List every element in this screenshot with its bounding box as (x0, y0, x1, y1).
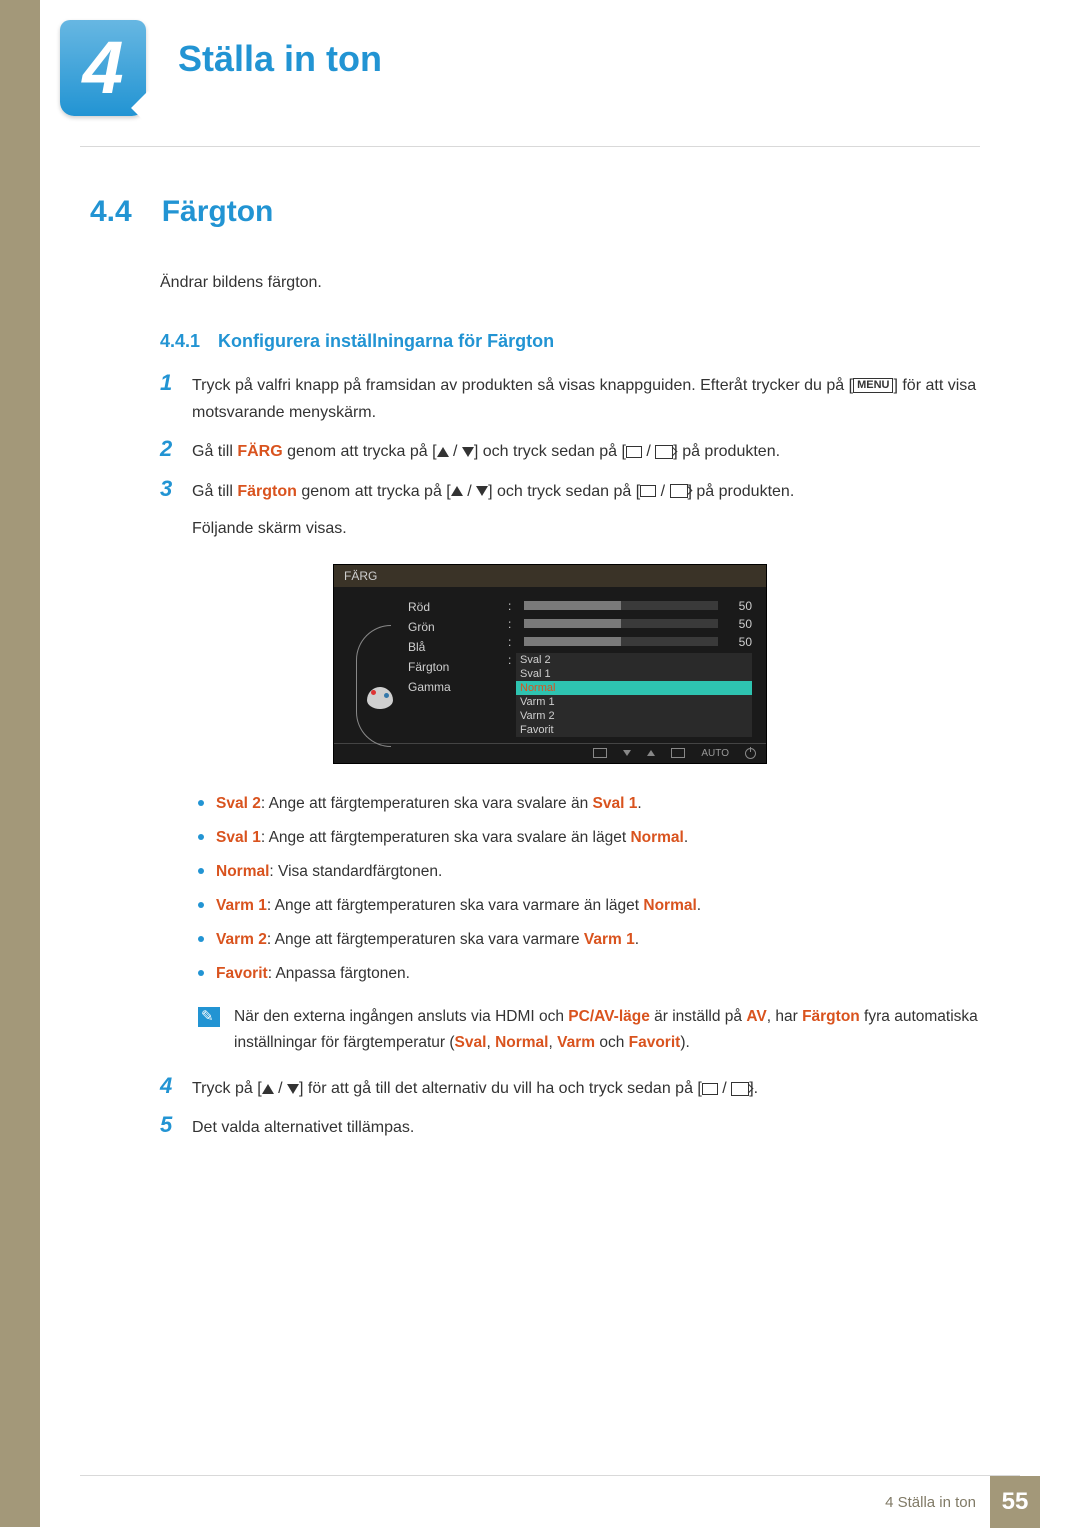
bullet-dot-icon (198, 970, 204, 976)
bullet-dot-icon (198, 902, 204, 908)
osd-item-gamma: Gamma (408, 677, 498, 697)
step-number: 2 (160, 436, 178, 462)
bullet-dot-icon (198, 868, 204, 874)
section-title: Färgton (162, 195, 274, 229)
osd-foot-down-icon (623, 750, 631, 756)
step-2: 2 Gå till FÄRG genom att trycka på [ / ]… (160, 436, 1010, 465)
osd-item-green: Grön (408, 617, 498, 637)
slider-green: :50 (508, 615, 752, 633)
up-arrow-icon (451, 486, 463, 496)
bullet-sval2: Sval 2: Ange att färgtemperaturen ska va… (198, 792, 1010, 816)
step-number: 1 (160, 370, 178, 396)
page-number-badge: 55 (990, 1476, 1040, 1528)
keyword-fargton: Färgton (237, 483, 297, 500)
osd-body: Röd Grön Blå Färgton Gamma :50 :50 :50 :… (334, 587, 766, 743)
osd-footer: AUTO (334, 743, 766, 763)
step-text: Tryck på [ / ] för att gå till det alter… (192, 1075, 1010, 1102)
bullet-favorit: Favorit: Anpassa färgtonen. (198, 962, 1010, 986)
chapter-number: 4 (60, 20, 146, 116)
step-number: 3 (160, 476, 178, 502)
step-text: Gå till FÄRG genom att trycka på [ / ] o… (192, 438, 1010, 465)
up-arrow-icon (437, 447, 449, 457)
osd-foot-box-icon (593, 748, 607, 758)
source-icon (670, 484, 688, 498)
osd-item-tone: Färgton (408, 657, 498, 677)
osd-foot-auto: AUTO (701, 748, 729, 759)
opt-sval1: Sval 1 (516, 667, 752, 681)
source-icon (731, 1082, 749, 1096)
bullet-normal: Normal: Visa standardfärgtonen. (198, 860, 1010, 884)
osd-values: :50 :50 :50 :Sval 2 Sval 1 Normal Varm 1… (508, 597, 752, 737)
display-icon (702, 1083, 718, 1095)
osd-foot-power-icon (745, 748, 756, 759)
page: 4 Ställa in ton 4.4 Färgton Ändrar bilde… (0, 0, 1080, 1527)
page-footer: 4 Ställa in ton 55 (0, 1475, 1080, 1527)
step-5: 5 Det valda alternativet tillämpas. (160, 1112, 1010, 1141)
opt-normal-selected: Normal (516, 681, 752, 695)
step-list: 1 Tryck på valfri knapp på framsidan av … (160, 370, 1010, 542)
subsection-heading: 4.4.1 Konfigurera inställningarna för Fä… (160, 331, 1010, 352)
subsection-number: 4.4.1 (160, 331, 200, 352)
down-arrow-icon (476, 486, 488, 496)
slider-blue: :50 (508, 633, 752, 651)
down-arrow-icon (287, 1084, 299, 1094)
section-heading: 4.4 Färgton (90, 195, 1010, 229)
osd-options: :Sval 2 Sval 1 Normal Varm 1 Varm 2 Favo… (508, 653, 752, 737)
bullet-list: Sval 2: Ange att färgtemperaturen ska va… (198, 792, 1010, 986)
chapter-title: Ställa in ton (146, 20, 382, 80)
bullet-dot-icon (198, 936, 204, 942)
osd-panel: FÄRG Röd Grön Blå Färgton Gamma :50 :50 … (333, 564, 767, 764)
step-number: 5 (160, 1112, 178, 1138)
source-icon (655, 445, 673, 459)
osd-item-red: Röd (408, 597, 498, 617)
step-text: Tryck på valfri knapp på framsidan av pr… (192, 372, 1010, 426)
slider-red: :50 (508, 597, 752, 615)
step-list-cont: 4 Tryck på [ / ] för att gå till det alt… (160, 1073, 1010, 1141)
footer-chapter-ref: 4 Ställa in ton (885, 1494, 976, 1511)
subsection-title: Konfigurera inställningarna för Färgton (218, 331, 554, 352)
keyword-farg: FÄRG (237, 443, 282, 460)
display-icon (640, 485, 656, 497)
opt-varm1: Varm 1 (516, 695, 752, 709)
opt-favorit: Favorit (516, 723, 752, 737)
section-intro: Ändrar bildens färgton. (160, 271, 1010, 295)
bullet-varm1: Varm 1: Ange att färgtemperaturen ska va… (198, 894, 1010, 918)
opt-varm2: Varm 2 (516, 709, 752, 723)
step-4: 4 Tryck på [ / ] för att gå till det alt… (160, 1073, 1010, 1102)
step-3: 3 Gå till Färgton genom att trycka på [ … (160, 476, 1010, 542)
note-text: När den externa ingången ansluts via HDM… (234, 1004, 1010, 1055)
down-arrow-icon (462, 447, 474, 457)
step-followup: Följande skärm visas. (192, 515, 1010, 542)
step-text: Gå till Färgton genom att trycka på [ / … (192, 478, 1010, 542)
osd-menu: Röd Grön Blå Färgton Gamma (408, 597, 498, 737)
opt-sval2: Sval 2 (516, 653, 752, 667)
bullet-varm2: Varm 2: Ange att färgtemperaturen ska va… (198, 928, 1010, 952)
section-number: 4.4 (90, 195, 132, 229)
bullet-dot-icon (198, 834, 204, 840)
menu-button-icon: MENU (853, 378, 893, 393)
osd-foot-enter-icon (671, 748, 685, 758)
bullet-dot-icon (198, 800, 204, 806)
osd-decor (348, 597, 398, 737)
osd-foot-up-icon (647, 750, 655, 756)
arc-icon (356, 625, 391, 747)
palette-icon (367, 687, 393, 709)
step-number: 4 (160, 1073, 178, 1099)
bullet-sval1: Sval 1: Ange att färgtemperaturen ska va… (198, 826, 1010, 850)
note-pencil-icon (198, 1007, 220, 1027)
osd-item-blue: Blå (408, 637, 498, 657)
step-text: Det valda alternativet tillämpas. (192, 1114, 1010, 1141)
chapter-header: 4 Ställa in ton (0, 0, 1080, 116)
info-note: När den externa ingången ansluts via HDM… (198, 1004, 1010, 1055)
step-1: 1 Tryck på valfri knapp på framsidan av … (160, 370, 1010, 426)
content: 4.4 Färgton Ändrar bildens färgton. 4.4.… (0, 147, 1010, 1142)
osd-title: FÄRG (334, 565, 766, 587)
chapter-number-badge: 4 (60, 20, 146, 116)
up-arrow-icon (262, 1084, 274, 1094)
display-icon (626, 446, 642, 458)
